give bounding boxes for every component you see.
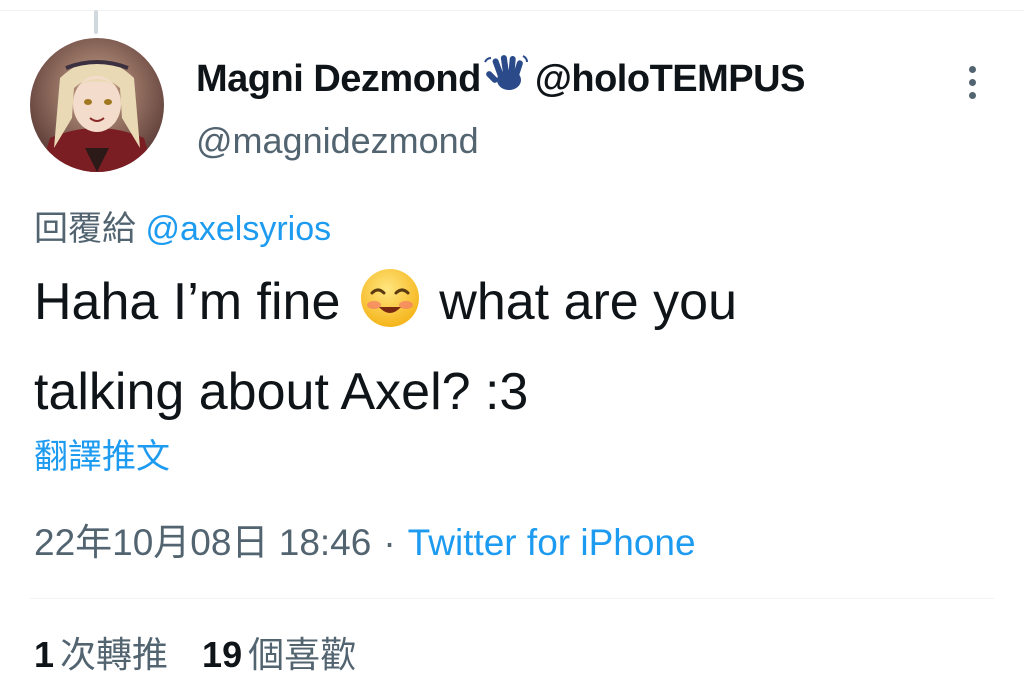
retweets-label: 次轉推 (60, 634, 169, 675)
tweet-text-part1: Haha I’m fine (34, 273, 341, 331)
reply-to-line: 回覆給 @axelsyrios (34, 204, 331, 254)
translate-tweet-link[interactable]: 翻譯推文 (34, 432, 170, 482)
avatar[interactable] (30, 38, 164, 172)
retweets-stat[interactable]: 1 次轉推 (34, 634, 168, 675)
smiling-face-icon (359, 267, 421, 352)
author-display-name[interactable]: Magni Dezmond @holoTEMPUS (196, 52, 805, 105)
likes-label: 個喜歡 (248, 634, 357, 675)
likes-stat[interactable]: 19 個喜歡 (202, 634, 356, 675)
tweet-text-part2: what are you (439, 273, 738, 331)
avatar-image (30, 38, 164, 172)
author-name-text: Magni Dezmond (196, 57, 481, 100)
tweet-text-part3: talking about Axel? :3 (34, 363, 529, 421)
reply-mention-link[interactable]: @axelsyrios (145, 210, 331, 248)
waving-hand-icon (483, 52, 529, 105)
tweet-meta: 22年10月08日 18:46 · Twitter for iPhone (34, 518, 696, 568)
top-border (0, 0, 1024, 11)
author-handle[interactable]: @magnidezmond (196, 116, 479, 166)
stats-divider (30, 598, 994, 599)
engagement-stats: 1 次轉推 19 個喜歡 (34, 630, 356, 680)
author-name-suffix: @holoTEMPUS (534, 57, 806, 100)
tweet-timestamp[interactable]: 22年10月08日 18:46 (34, 522, 371, 563)
tweet-source-link[interactable]: Twitter for iPhone (408, 522, 696, 563)
reply-to-prefix: 回覆給 (34, 210, 136, 248)
retweets-count: 1 (34, 634, 55, 675)
likes-count: 19 (202, 634, 243, 675)
thread-connector-line (94, 10, 98, 34)
more-options-icon[interactable] (952, 60, 992, 104)
tweet-text: Haha I’m fine what are you talking about… (34, 262, 994, 432)
meta-separator: · (383, 522, 396, 563)
